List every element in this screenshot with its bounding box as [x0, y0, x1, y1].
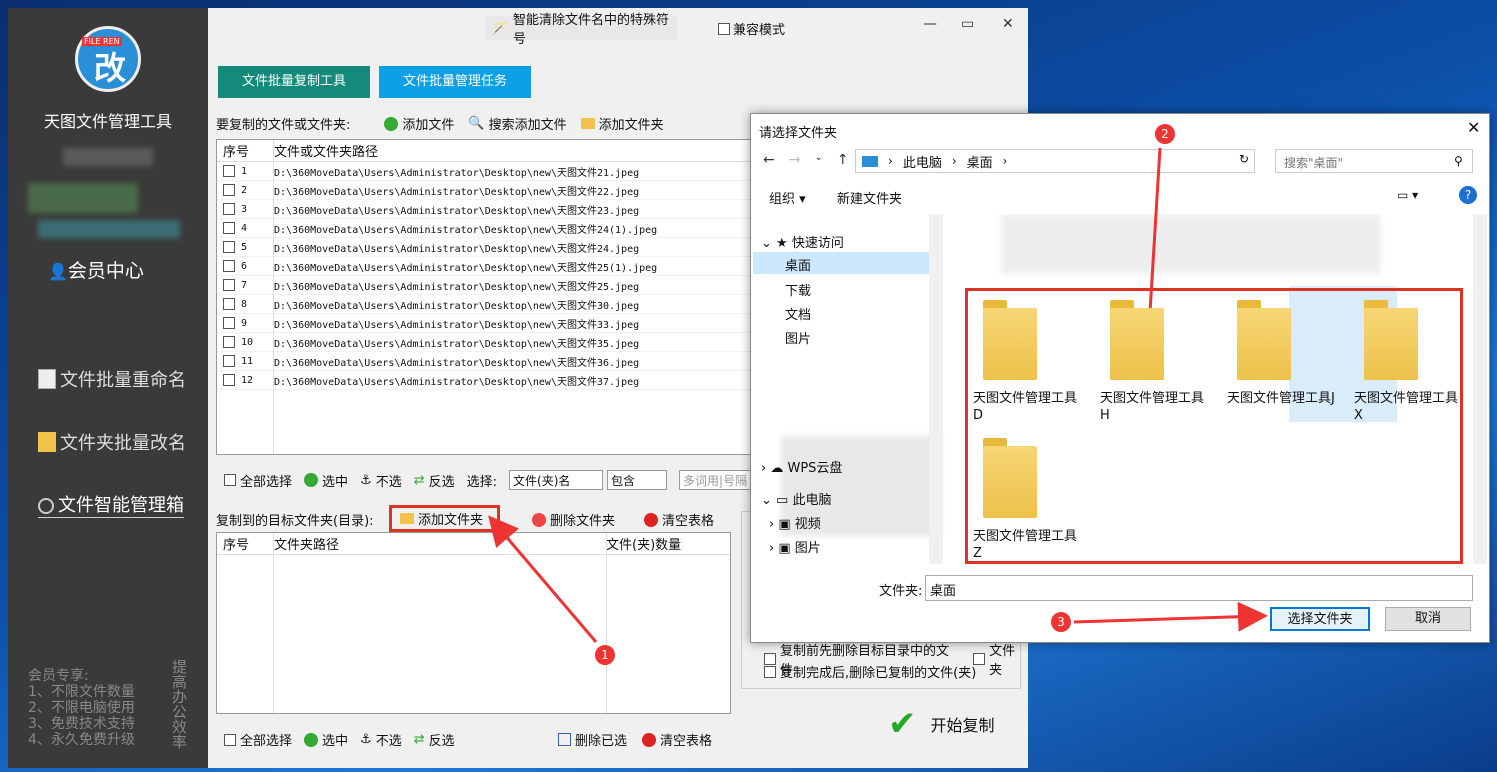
folder-icon[interactable]: [1364, 300, 1418, 380]
annotation-2: 2: [1155, 124, 1175, 144]
folder-item-label[interactable]: 天图文件管理工具X: [1354, 390, 1464, 424]
folder-item-label[interactable]: 天图文件管理工具J: [1227, 390, 1337, 407]
arrow-3: [1073, 601, 1268, 632]
folder-icon[interactable]: [1237, 300, 1291, 380]
folder-item-label[interactable]: 天图文件管理工具D: [973, 390, 1083, 424]
annotation-arrows: [488, 147, 1268, 643]
annotation-1: 1: [595, 645, 615, 665]
folder-icon[interactable]: [983, 300, 1037, 380]
folder-item-label[interactable]: 天图文件管理工具H: [1100, 390, 1210, 424]
annotation-3: 3: [1051, 612, 1071, 632]
folder-icon[interactable]: [1110, 300, 1164, 380]
folder-icon[interactable]: [983, 438, 1037, 518]
arrow-1: [488, 515, 598, 643]
folder-item-label[interactable]: 天图文件管理工具Z: [973, 528, 1083, 562]
